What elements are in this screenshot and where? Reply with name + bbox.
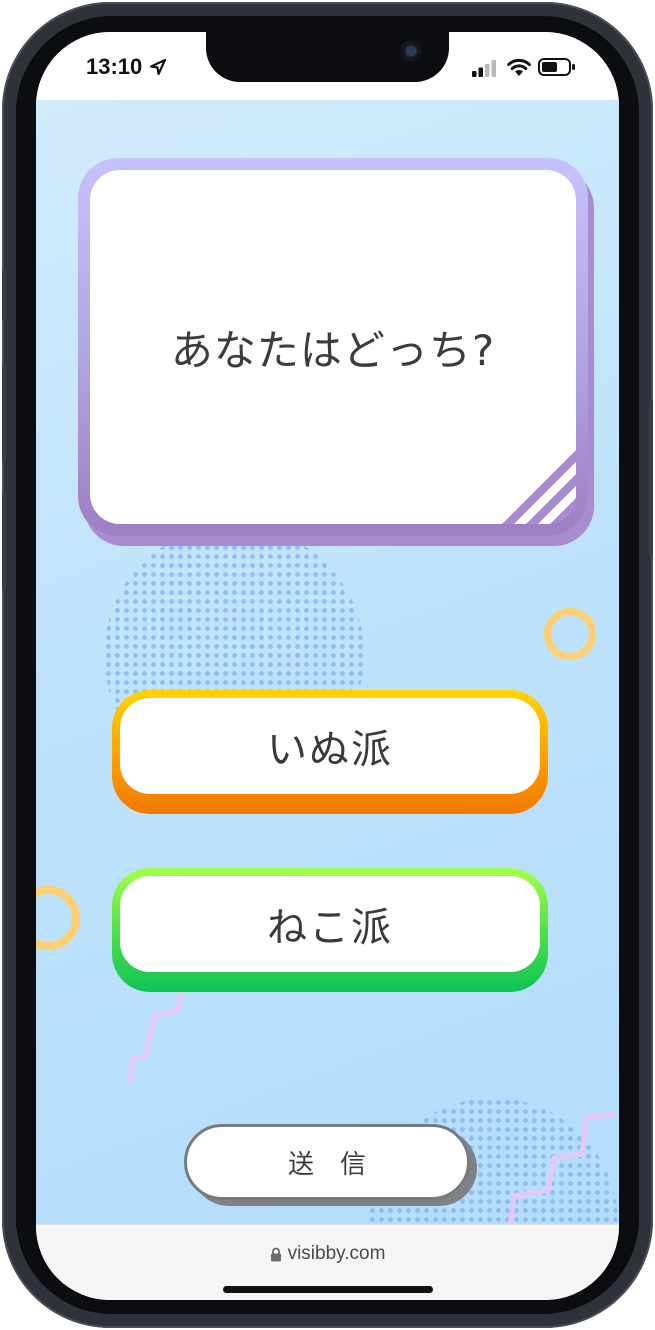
question-card: あなたはどっち? — [78, 158, 588, 536]
front-camera — [400, 40, 422, 62]
option-cat-panel: ねこ派 — [120, 876, 540, 972]
option-dog-button[interactable]: いぬ派 — [112, 690, 548, 814]
corner-stripes-decoration — [502, 450, 576, 524]
quiz-page: あなたはどっち? いぬ派 ねこ派 送信 — [36, 100, 619, 1224]
location-arrow-icon — [149, 58, 167, 76]
notch — [206, 32, 449, 82]
submit-button[interactable]: 送信 — [184, 1124, 470, 1200]
option-dog-panel: いぬ派 — [120, 698, 540, 794]
ring-decoration — [36, 886, 80, 950]
option-cat-label: ねこ派 — [267, 905, 393, 951]
option-cat-button[interactable]: ねこ派 — [112, 868, 548, 992]
status-bar: 13:10 — [36, 32, 619, 100]
lock-icon — [270, 1247, 281, 1261]
submit-label: 送信 — [287, 1149, 392, 1180]
wifi-icon — [507, 58, 531, 76]
url-text: visibby.com — [287, 1243, 386, 1264]
question-text: あなたはどっち? — [170, 325, 496, 375]
option-dog-label: いぬ派 — [267, 727, 393, 773]
zigzag-decoration — [507, 1111, 616, 1224]
battery-icon — [538, 58, 575, 76]
question-panel: あなたはどっち? — [90, 170, 576, 524]
status-time: 13:10 — [86, 54, 143, 79]
power-button — [649, 400, 653, 556]
home-indicator[interactable] — [223, 1286, 433, 1293]
volume-up-button — [2, 364, 6, 462]
url-display[interactable]: visibby.com — [36, 1243, 619, 1265]
silent-switch — [2, 270, 6, 320]
volume-down-button — [2, 492, 6, 590]
cellular-signal-icon — [472, 60, 496, 77]
phone-screen: 13:10 あなたはどっち? いぬ派 ねこ派 送信 visibby.com — [36, 32, 619, 1300]
ring-decoration — [544, 608, 596, 660]
